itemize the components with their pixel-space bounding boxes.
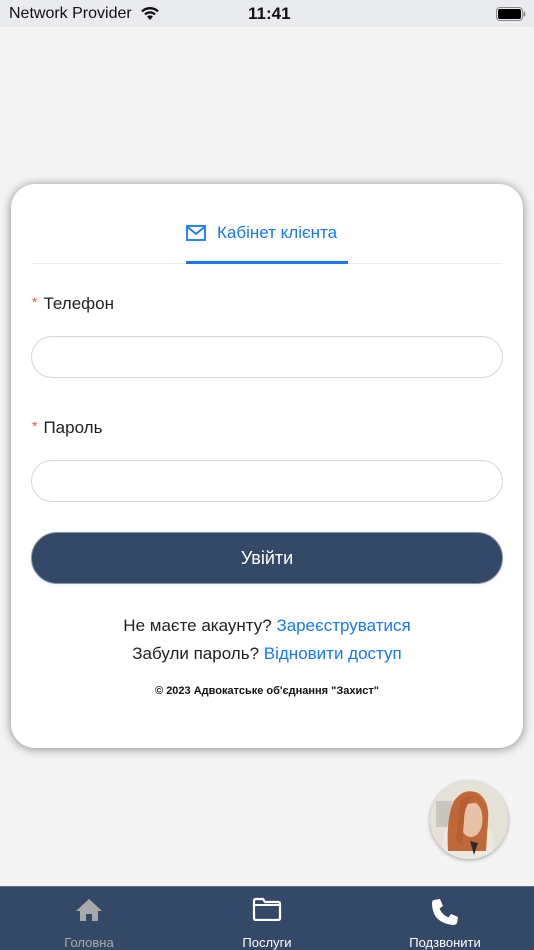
forgot-prompt: Забули пароль? — [132, 644, 260, 663]
restore-access-link[interactable]: Відновити доступ — [264, 644, 402, 663]
bottom-tab-bar: Головна Послуги Подзвонити — [0, 886, 534, 950]
consultant-avatar[interactable] — [430, 781, 508, 859]
tab-client-cabinet[interactable]: Кабінет клієнта — [186, 222, 337, 264]
password-label-text: Пароль — [43, 418, 103, 437]
phone-input[interactable] — [31, 336, 503, 378]
clock: 11:41 — [248, 4, 291, 23]
required-mark: * — [32, 294, 38, 310]
tab-home[interactable]: Головна — [0, 887, 178, 950]
active-tab-indicator — [186, 261, 348, 264]
tab-label: Кабінет клієнта — [217, 223, 338, 242]
tab-home-label: Головна — [64, 935, 114, 950]
mail-icon — [186, 225, 206, 241]
battery-icon — [496, 7, 526, 21]
password-label: * Пароль — [32, 418, 102, 438]
phone-icon — [432, 899, 458, 925]
avatar-photo-icon — [430, 781, 508, 859]
phone-label-text: Телефон — [43, 294, 114, 313]
register-link[interactable]: Зареєструватися — [276, 616, 410, 635]
register-prompt: Не маєте акаунту? — [123, 616, 272, 635]
status-bar: Network Provider 11:41 — [0, 0, 534, 27]
wifi-icon — [141, 6, 159, 20]
tab-services[interactable]: Послуги — [178, 887, 356, 950]
folder-icon — [252, 897, 282, 921]
carrier-name: Network Provider — [9, 5, 132, 22]
home-icon — [76, 899, 102, 921]
tab-services-label: Послуги — [242, 935, 292, 950]
login-button[interactable]: Увійти — [31, 532, 503, 584]
forgot-line: Забули пароль? Відновити доступ — [11, 644, 523, 664]
login-card: Кабінет клієнта * Телефон * Пароль Увійти … — [11, 184, 523, 748]
copyright: © 2023 Адвокатське об'єднання "Захист" — [155, 685, 379, 697]
required-mark: * — [32, 418, 38, 434]
tab-call-label: Подзвонити — [409, 935, 481, 950]
phone-label: * Телефон — [32, 294, 114, 314]
login-button-label: Увійти — [240, 547, 294, 568]
password-input[interactable] — [31, 460, 503, 502]
tab-call[interactable]: Подзвонити — [356, 887, 534, 950]
register-line: Не маєте акаунту? Зареєструватися — [11, 616, 523, 636]
